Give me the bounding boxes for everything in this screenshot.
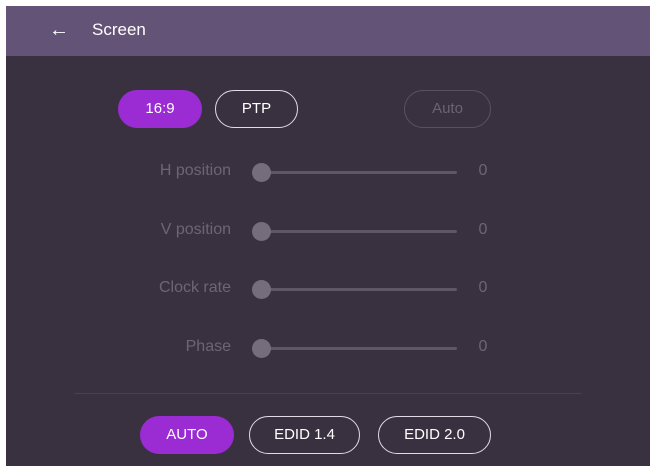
screen-settings-panel: ← Screen 16:9 PTP Auto H position 0 V po… [6,6,650,466]
h-position-slider-handle[interactable] [252,163,271,182]
h-position-label: H position [159,162,231,179]
back-button[interactable]: ← [44,15,74,45]
clock-rate-value: 0 [478,279,488,296]
h-position-value: 0 [478,162,488,179]
aspect-ptp-button[interactable]: PTP [215,90,298,128]
arrow-left-icon: ← [49,19,69,41]
phase-slider-track[interactable] [259,347,457,350]
edid-2-0-button[interactable]: EDID 2.0 [378,416,491,454]
phase-label: Phase [185,338,231,355]
phase-slider-handle[interactable] [252,339,271,358]
h-position-slider-track[interactable] [259,171,457,174]
header-bar: ← Screen [6,6,650,56]
v-position-value: 0 [478,221,488,238]
clock-rate-slider-track[interactable] [259,288,457,291]
phase-value: 0 [478,338,488,355]
edid-auto-button[interactable]: AUTO [140,416,234,454]
clock-rate-label: Clock rate [158,279,231,296]
auto-adjust-button[interactable]: Auto [404,90,491,128]
v-position-label: V position [160,221,231,238]
aspect-16-9-button[interactable]: 16:9 [118,90,202,128]
page-title: Screen [92,20,146,39]
edid-1-4-button[interactable]: EDID 1.4 [249,416,360,454]
v-position-slider-track[interactable] [259,230,457,233]
v-position-slider-handle[interactable] [252,222,271,241]
divider [74,393,582,394]
clock-rate-slider-handle[interactable] [252,280,271,299]
